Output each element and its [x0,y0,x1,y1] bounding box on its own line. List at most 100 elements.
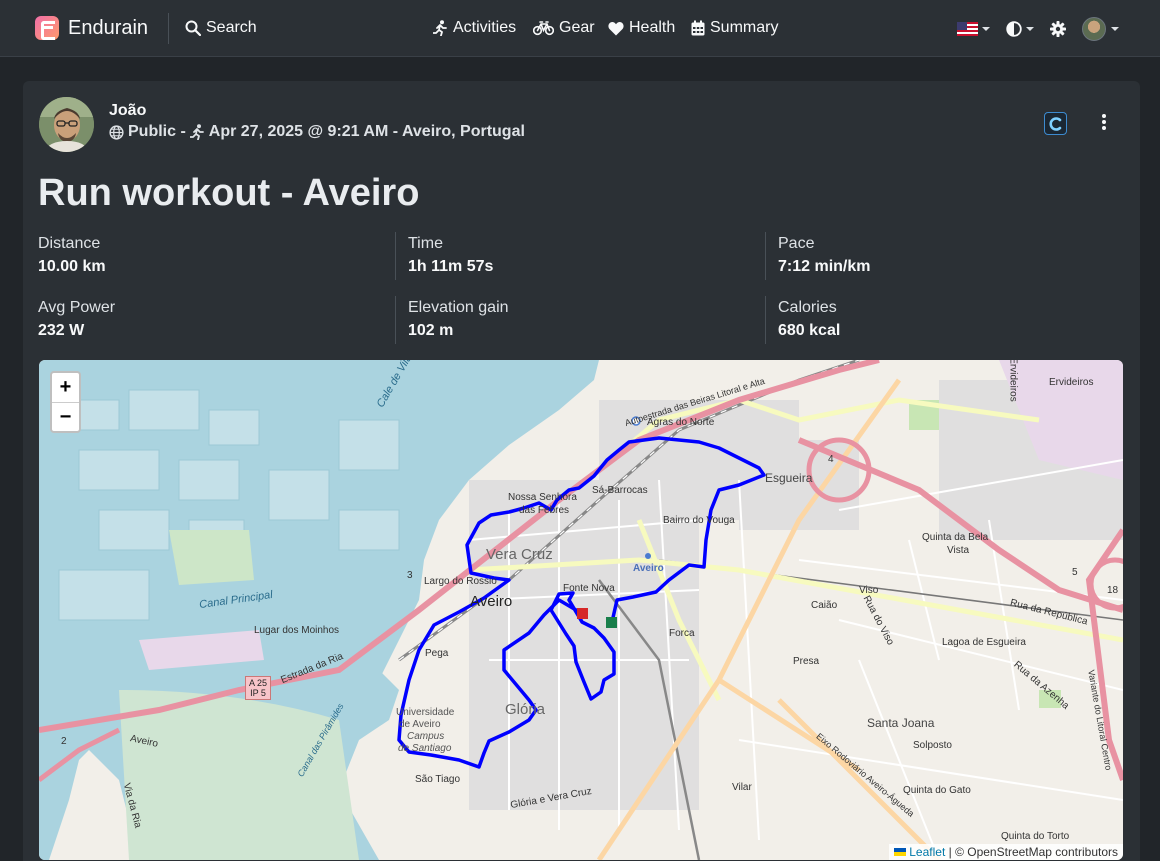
user-avatar[interactable] [39,97,94,152]
activity-map[interactable]: Aveiro Vera Cruz Glória Esgueira Santa J… [39,360,1123,860]
map-label-vista: Vista [947,545,970,556]
contrast-icon [1006,21,1022,37]
road-number-2: 2 [61,736,67,747]
search-link[interactable]: Search [185,19,257,37]
map-zoom-control: + − [50,371,81,433]
nav-health-label: Health [629,19,676,36]
road-number-3: 3 [407,570,413,581]
activity-meta: Public - Apr 27, 2025 @ 9:21 AM - Aveiro… [109,123,525,141]
stat-value: 232 W [38,322,85,339]
more-options-button[interactable] [1099,112,1109,132]
map-label-pega: Pega [425,648,449,659]
stat-label: Pace [778,235,815,252]
gear-icon [1050,21,1066,37]
map-label-santa-joana: Santa Joana [867,716,935,730]
stat-distance: Distance 10.00 km [38,235,378,276]
map-label-forca: Forca [669,628,695,639]
leaflet-link[interactable]: Leaflet [909,845,945,859]
map-label-presa: Presa [793,656,820,667]
map-label-fonte-nova: Fonte Nova [563,583,615,594]
ukraine-flag-icon [894,848,907,856]
running-icon [189,124,204,140]
brand-link[interactable]: Endurain [35,16,148,40]
stat-time: Time 1h 11m 57s [408,235,748,276]
nav-divider [168,13,169,44]
map-label-lugar-dos-moinhos: Lugar dos Moinhos [254,625,340,636]
road-number-4: 4 [828,454,834,465]
brand-name: Endurain [68,16,149,39]
nav-health[interactable]: Health [608,19,675,37]
map-label-vilar: Vilar [732,782,752,793]
map-label-quinta-do-gato: Quinta do Gato [903,785,971,796]
map-label-solposto: Solposto [913,740,952,751]
stat-value: 102 m [408,322,454,339]
map-label-de-santiago: de Santiago [398,743,452,754]
map-label-largo-do-rossio: Largo do Rossio [424,576,497,587]
map-label-sa-barrocas: Sá-Barrocas [592,485,648,496]
bicycle-icon [533,21,554,36]
map-label-aveiro: Aveiro [470,593,513,610]
stat-avg-power: Avg Power 232 W [38,299,378,340]
settings-button[interactable] [1050,21,1066,37]
map-label-vera-cruz: Vera Cruz [486,546,553,563]
map-label-quinta-do-torto: Quinta do Torto [1001,831,1070,842]
stat-label: Calories [778,299,837,316]
language-dropdown[interactable] [957,22,990,36]
route-end-marker [577,608,588,619]
search-icon [185,20,201,36]
road-shield-a25: A 25 IP 5 [245,676,272,700]
map-label-das-febres: das Febres [519,505,570,516]
us-flag-icon [957,22,978,36]
map-label-lagoa-de-esgueira: Lagoa de Esgueira [942,637,1026,648]
user-name[interactable]: João [109,102,146,120]
route-start-marker [606,617,617,628]
chevron-down-icon [1111,27,1119,31]
road-number-18: 18 [1107,585,1119,596]
user-menu-dropdown[interactable] [1082,17,1119,41]
map-label-universidade: Universidade [396,707,455,718]
stat-label: Time [408,235,443,252]
theme-dropdown[interactable] [1006,21,1034,37]
running-icon [433,20,447,36]
strava-link-icon[interactable] [1044,112,1067,135]
stat-value: 1h 11m 57s [408,258,494,275]
dot-icon [1102,114,1106,118]
dot-icon [1102,120,1106,124]
map-label-aveiro-station: Aveiro [633,563,664,574]
map-label-gloria: Glória [505,701,546,718]
endurain-logo-icon [35,16,59,40]
road-number-5: 5 [1072,567,1078,578]
globe-icon [109,124,124,140]
map-label-de-aveiro: de Aveiro [399,719,441,730]
stat-label: Elevation gain [408,299,509,316]
nav-activities-label: Activities [453,19,517,36]
stat-value: 10.00 km [38,258,106,275]
map-label-campus: Campus [407,731,445,742]
zoom-in-button[interactable]: + [52,373,79,402]
map-label-sao-tiago: São Tiago [415,774,461,785]
dot-icon [1102,126,1106,130]
nav-summary[interactable]: Summary [691,19,778,37]
stat-value: 7:12 min/km [778,258,871,275]
stat-calories: Calories 680 kcal [778,299,1118,340]
map-label-bairro-do-vouga: Bairro do Vouga [663,515,735,526]
road-shield-a25-text: A 25 [249,678,268,688]
stat-elevation-gain: Elevation gain 102 m [408,299,748,340]
stat-value: 680 kcal [778,322,841,339]
stat-divider [395,232,396,280]
chevron-down-icon [982,27,990,31]
map-label-ervideiros-road: Ervideiros [1007,360,1019,402]
activity-title: Run workout - Aveiro [38,172,420,214]
stat-divider [765,232,766,280]
nav-activities[interactable]: Activities [433,19,516,37]
osm-attribution[interactable]: | © OpenStreetMap contributors [949,845,1118,859]
stat-label: Avg Power [38,299,116,316]
zoom-out-button[interactable]: − [52,402,79,431]
stat-divider [395,296,396,344]
heart-icon [608,21,624,35]
map-label-esgueira: Esgueira [765,471,813,485]
map-attribution: Leaflet | © OpenStreetMap contributors [889,844,1123,860]
activity-card: João Public - Apr 27, 2025 @ 9:21 AM - A… [23,81,1140,861]
nav-gear[interactable]: Gear [533,19,595,37]
visibility-label: Public - [128,123,186,140]
